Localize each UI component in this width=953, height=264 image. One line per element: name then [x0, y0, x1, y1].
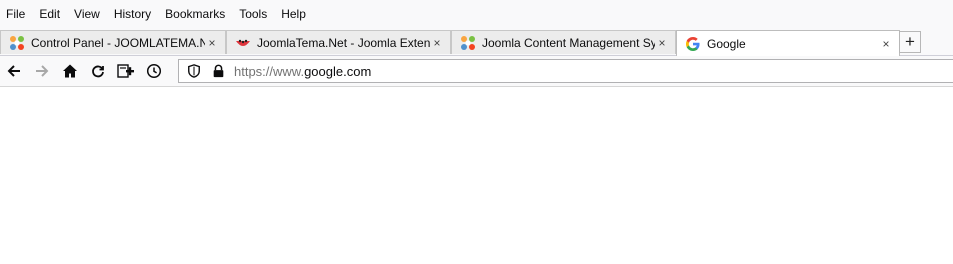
close-icon[interactable]: × [205, 36, 219, 50]
close-icon[interactable]: × [655, 36, 669, 50]
reload-button[interactable] [88, 61, 108, 81]
close-icon[interactable]: × [879, 37, 893, 51]
tab-title: Control Panel - JOOMLATEMA.N [31, 35, 205, 50]
clock-icon [146, 63, 162, 79]
menu-tools[interactable]: Tools [239, 7, 267, 21]
menu-history[interactable]: History [114, 7, 151, 21]
new-tab-button[interactable]: + [899, 31, 921, 53]
tab-title: Google [707, 36, 746, 51]
history-button[interactable] [144, 61, 164, 81]
tab-joomla-cms[interactable]: Joomla Content Management Sy × [451, 30, 676, 54]
tab-control-panel[interactable]: Control Panel - JOOMLATEMA.N × [0, 30, 226, 54]
tab-joomlatema[interactable]: JoomlaTema.Net - Joomla Exten × [226, 30, 451, 54]
joomla-icon [460, 35, 476, 51]
tab-strip: Control Panel - JOOMLATEMA.N × JoomlaTem… [0, 28, 953, 56]
menu-view[interactable]: View [74, 7, 100, 21]
menu-bar: File Edit View History Bookmarks Tools H… [0, 0, 953, 28]
url-host: google.com [304, 63, 372, 79]
url-scheme: https://www. [234, 63, 305, 79]
lock-icon[interactable] [210, 63, 226, 79]
menu-edit[interactable]: Edit [39, 7, 60, 21]
joomla-icon [9, 35, 25, 51]
url-bar[interactable]: https://www.google.com [178, 59, 953, 83]
forward-arrow-icon [34, 63, 50, 79]
home-icon [62, 63, 78, 79]
tracking-protection-shield-icon[interactable] [186, 63, 202, 79]
back-button[interactable] [4, 61, 24, 81]
bookmarks-library-button[interactable] [116, 61, 136, 81]
menu-bookmarks[interactable]: Bookmarks [165, 7, 225, 21]
url-text[interactable]: https://www.google.com [234, 64, 371, 79]
tab-google[interactable]: Google × [676, 30, 900, 56]
close-icon[interactable]: × [430, 36, 444, 50]
tab-title: JoomlaTema.Net - Joomla Exten [257, 35, 430, 50]
back-arrow-icon [6, 63, 22, 79]
home-button[interactable] [60, 61, 80, 81]
joomlatema-icon [235, 35, 251, 51]
menu-help[interactable]: Help [281, 7, 306, 21]
google-icon [685, 36, 701, 52]
menu-file[interactable]: File [6, 7, 25, 21]
page-content [0, 87, 953, 264]
nav-toolbar: https://www.google.com [0, 56, 953, 87]
reload-icon [90, 63, 106, 79]
forward-button[interactable] [32, 61, 52, 81]
tab-title: Joomla Content Management Sy [482, 35, 655, 50]
bookmark-add-icon [117, 63, 135, 79]
